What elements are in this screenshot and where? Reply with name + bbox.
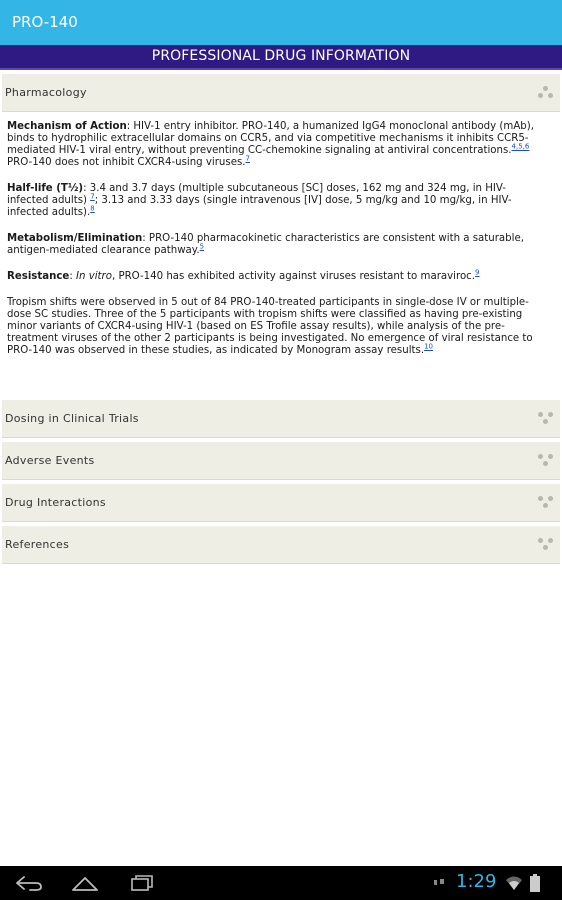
reference-link[interactable]: 7 xyxy=(246,155,250,163)
resistance-text-2: , PRO-140 has exhibited activity against… xyxy=(111,271,476,282)
section-label: Dosing in Clinical Trials xyxy=(5,412,139,425)
wifi-icon xyxy=(506,876,522,890)
section-label: Pharmacology xyxy=(5,86,87,99)
home-icon[interactable] xyxy=(70,875,100,891)
system-nav-bar: 1:29 xyxy=(0,866,562,900)
mechanism-label: Mechanism of Action xyxy=(7,121,127,132)
pharmacology-content: Mechanism of Action: HIV-1 entry inhibit… xyxy=(7,121,547,371)
reference-link[interactable]: 9 xyxy=(475,269,479,277)
metabolism-paragraph: Metabolism/Elimination: PRO-140 pharmaco… xyxy=(7,233,547,257)
tropism-paragraph: Tropism shifts were observed in 5 out of… xyxy=(7,297,547,357)
section-pharmacology[interactable]: Pharmacology xyxy=(2,74,560,112)
back-icon[interactable] xyxy=(14,875,44,891)
section-label: Adverse Events xyxy=(5,454,95,467)
section-banner: PROFESSIONAL DRUG INFORMATION xyxy=(0,45,562,70)
reference-link[interactable]: 10 xyxy=(424,343,433,351)
app-title: PRO-140 xyxy=(12,13,78,31)
mechanism-paragraph: Mechanism of Action: HIV-1 entry inhibit… xyxy=(7,121,547,169)
expand-dots-icon[interactable] xyxy=(538,86,554,100)
section-references[interactable]: References xyxy=(2,526,560,564)
battery-icon xyxy=(530,874,540,892)
section-dosing[interactable]: Dosing in Clinical Trials xyxy=(2,400,560,438)
section-drug-interactions[interactable]: Drug Interactions xyxy=(2,484,560,522)
expand-dots-icon[interactable] xyxy=(538,454,554,468)
app-bar: PRO-140 xyxy=(0,0,562,45)
half-life-label: Half-life (T½) xyxy=(7,183,84,194)
resistance-paragraph: Resistance: In vitro, PRO-140 has exhibi… xyxy=(7,269,547,283)
expand-dots-icon[interactable] xyxy=(538,496,554,510)
reference-link[interactable]: 5 xyxy=(200,243,204,251)
reference-link[interactable]: 8 xyxy=(90,205,94,213)
resistance-label: Resistance xyxy=(7,271,70,282)
section-label: Drug Interactions xyxy=(5,496,106,509)
recent-apps-icon[interactable] xyxy=(126,875,156,891)
section-label: References xyxy=(5,538,70,551)
reference-link[interactable]: 4,5,6 xyxy=(512,143,530,151)
tropism-text: Tropism shifts were observed in 5 out of… xyxy=(7,297,533,356)
resistance-italic: In vitro xyxy=(76,271,112,282)
expand-dots-icon[interactable] xyxy=(538,538,554,552)
metabolism-label: Metabolism/Elimination xyxy=(7,233,143,244)
notification-icon[interactable] xyxy=(432,877,446,889)
resistance-text: : xyxy=(69,271,76,282)
half-life-paragraph: Half-life (T½): 3.4 and 3.7 days (multip… xyxy=(7,183,547,219)
mechanism-text-2: PRO-140 does not inhibit CXCR4-using vir… xyxy=(7,157,246,168)
banner-title: PROFESSIONAL DRUG INFORMATION xyxy=(151,48,411,64)
section-adverse-events[interactable]: Adverse Events xyxy=(2,442,560,480)
clock: 1:29 xyxy=(456,871,497,892)
expand-dots-icon[interactable] xyxy=(538,412,554,426)
